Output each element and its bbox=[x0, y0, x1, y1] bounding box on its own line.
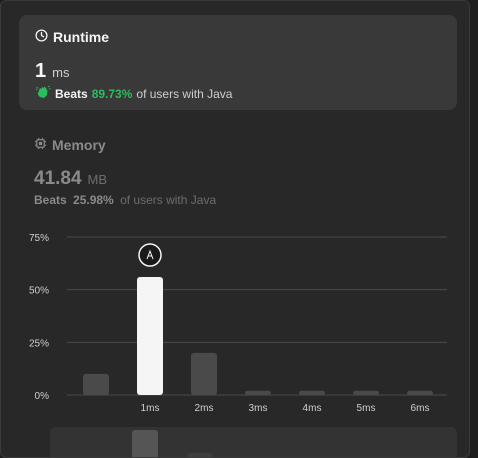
bar bbox=[353, 390, 379, 395]
x-tick-label: 2ms bbox=[195, 403, 214, 414]
runtime-beats-percent: 89.73% bbox=[91, 86, 133, 101]
runtime-card[interactable]: Runtime 1 ms Beats 89.73% of users with … bbox=[19, 15, 457, 110]
distribution-overview-strip[interactable] bbox=[50, 427, 457, 457]
runtime-value: 1 ms bbox=[35, 60, 69, 83]
x-tick-label: 1ms bbox=[141, 403, 160, 414]
memory-beats-percent: 25.98% bbox=[73, 193, 114, 207]
chip-icon bbox=[34, 137, 52, 153]
overview-bar bbox=[187, 453, 213, 457]
overview-bar-highlight bbox=[132, 430, 158, 457]
x-tick-label: 6ms bbox=[411, 403, 430, 414]
overview-minimap bbox=[132, 430, 213, 457]
clap-icon bbox=[35, 85, 55, 102]
memory-value: 41.84 MB bbox=[34, 168, 107, 190]
y-tick-label: 25% bbox=[29, 338, 49, 349]
bar bbox=[83, 373, 109, 395]
runtime-beats: Beats 89.73% of users with Java bbox=[35, 85, 232, 102]
y-tick-label: 75% bbox=[29, 233, 49, 244]
bar bbox=[191, 352, 217, 395]
y-tick-label: 0% bbox=[35, 391, 50, 402]
x-tick-label: 4ms bbox=[303, 403, 322, 414]
memory-title: Memory bbox=[52, 137, 106, 153]
bar bbox=[299, 390, 325, 395]
runtime-unit: ms bbox=[52, 65, 70, 80]
memory-unit: MB bbox=[87, 172, 108, 187]
runtime-beats-label: Beats bbox=[55, 86, 88, 101]
x-tick-label: 5ms bbox=[357, 403, 376, 414]
memory-beats-label: Beats bbox=[34, 193, 67, 207]
x-tick-label: 3ms bbox=[249, 403, 268, 414]
bar bbox=[407, 390, 433, 395]
runtime-title: Runtime bbox=[53, 29, 109, 45]
avatar-icon bbox=[138, 243, 162, 267]
runtime-number: 1 bbox=[35, 60, 47, 82]
runtime-beats-suffix: of users with Java bbox=[136, 86, 233, 101]
bar-highlight bbox=[137, 277, 163, 395]
runtime-header: Runtime bbox=[35, 29, 109, 45]
memory-beats: Beats 25.98% of users with Java bbox=[34, 193, 216, 207]
memory-number: 41.84 bbox=[34, 168, 82, 189]
memory-beats-suffix: of users with Java bbox=[120, 193, 217, 207]
bar bbox=[245, 390, 271, 395]
clock-icon bbox=[35, 29, 53, 45]
submission-detail-panel: Runtime 1 ms Beats 89.73% of users with … bbox=[0, 0, 470, 458]
y-tick-label: 50% bbox=[29, 286, 49, 297]
runtime-distribution-chart: 75% 50% 25% 0% 1ms 2ms 3ms 4ms 5ms 6ms bbox=[29, 233, 447, 414]
memory-header[interactable]: Memory bbox=[34, 137, 106, 153]
